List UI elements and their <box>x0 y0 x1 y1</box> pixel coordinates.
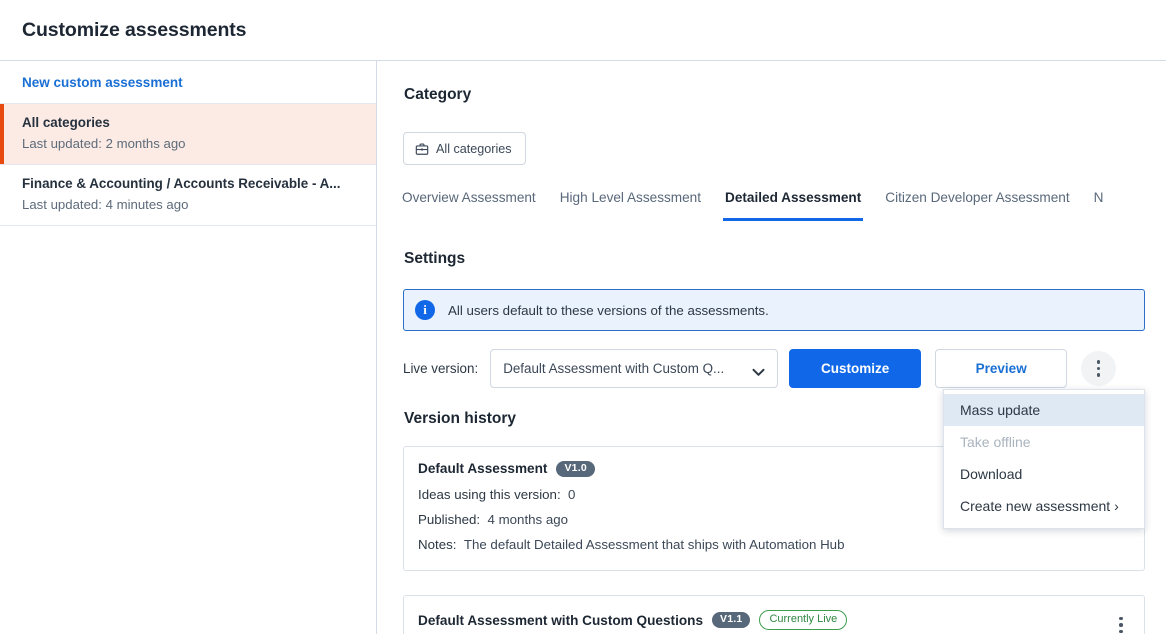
menu-item-create-new-assessment[interactable]: Create new assessment › <box>944 490 1144 522</box>
version-card-row: Notes: The default Detailed Assessment t… <box>404 537 1144 552</box>
sidebar-item-subtitle: Last updated: 2 months ago <box>22 136 186 151</box>
version-card-header: Default Assessment with Custom Questions… <box>404 596 1144 630</box>
version-card: Default Assessment with Custom Questions… <box>403 595 1145 634</box>
sidebar-item-title: All categories <box>22 115 110 130</box>
sidebar-item-finance-accounting[interactable]: Finance & Accounting / Accounts Receivab… <box>0 165 376 226</box>
row-label: Notes: <box>418 536 457 552</box>
customize-assessments-page: Customize assessments New custom assessm… <box>0 0 1166 634</box>
live-version-row: Live version: Default Assessment with Cu… <box>403 349 1117 388</box>
menu-item-take-offline: Take offline <box>960 434 1031 450</box>
live-version-label: Live version: <box>403 361 479 376</box>
briefcase-icon <box>415 142 429 156</box>
tab-citizen-developer-assessment[interactable]: Citizen Developer Assessment <box>873 185 1081 221</box>
more-vertical-icon[interactable] <box>1111 615 1131 634</box>
menu-item-download[interactable]: Download <box>944 458 1144 490</box>
row-label: Published: <box>418 511 481 527</box>
sidebar: New custom assessment All categories Las… <box>0 61 377 634</box>
settings-heading: Settings <box>404 250 466 267</box>
category-chip-all-categories[interactable]: All categories <box>403 132 526 165</box>
customize-button[interactable]: Customize <box>789 349 922 388</box>
tab-overview-assessment[interactable]: Overview Assessment <box>390 185 548 221</box>
version-badge: V1.1 <box>712 612 751 628</box>
page-header: Customize assessments <box>0 0 1166 61</box>
info-alert: i All users default to these versions of… <box>403 289 1145 331</box>
more-vertical-icon[interactable] <box>1081 351 1117 386</box>
page-title: Customize assessments <box>22 19 247 41</box>
tab-detailed-assessment[interactable]: Detailed Assessment <box>713 185 873 221</box>
tab-high-level-assessment[interactable]: High Level Assessment <box>548 185 713 221</box>
version-history-heading: Version history <box>404 410 516 427</box>
row-value: The default Detailed Assessment that shi… <box>463 536 845 552</box>
new-custom-assessment-link[interactable]: New custom assessment <box>0 61 376 104</box>
sidebar-item-all-categories[interactable]: All categories Last updated: 2 months ag… <box>0 104 376 165</box>
chevron-down-icon <box>752 365 765 380</box>
live-version-select[interactable]: Default Assessment with Custom Q... <box>490 349 779 388</box>
overflow-menu: Mass update Take offline Download Create… <box>943 389 1145 529</box>
tab-truncated-next[interactable]: N <box>1082 185 1116 221</box>
assessment-tabs: Overview Assessment High Level Assessmen… <box>390 185 1166 229</box>
version-card-title: Default Assessment with Custom Questions <box>418 612 704 628</box>
version-card-title: Default Assessment <box>418 461 548 477</box>
sidebar-item-title: Finance & Accounting / Accounts Receivab… <box>22 176 341 191</box>
row-value: 4 months ago <box>487 511 569 527</box>
info-icon: i <box>415 300 435 320</box>
menu-item-mass-update[interactable]: Mass update <box>944 394 1144 426</box>
row-label: Ideas using this version: <box>418 486 561 502</box>
category-chip-label: All categories <box>436 141 512 156</box>
preview-button[interactable]: Preview <box>935 349 1068 388</box>
sidebar-item-subtitle: Last updated: 4 minutes ago <box>22 197 189 212</box>
main-content: Category All categories Overview Assessm… <box>377 61 1166 634</box>
category-heading: Category <box>404 86 472 103</box>
version-badge: V1.0 <box>556 461 595 477</box>
info-alert-text: All users default to these versions of t… <box>448 302 769 318</box>
live-version-selected-value: Default Assessment with Custom Q... <box>503 361 725 376</box>
row-value: 0 <box>568 486 576 502</box>
status-badge: Currently Live <box>759 610 848 630</box>
